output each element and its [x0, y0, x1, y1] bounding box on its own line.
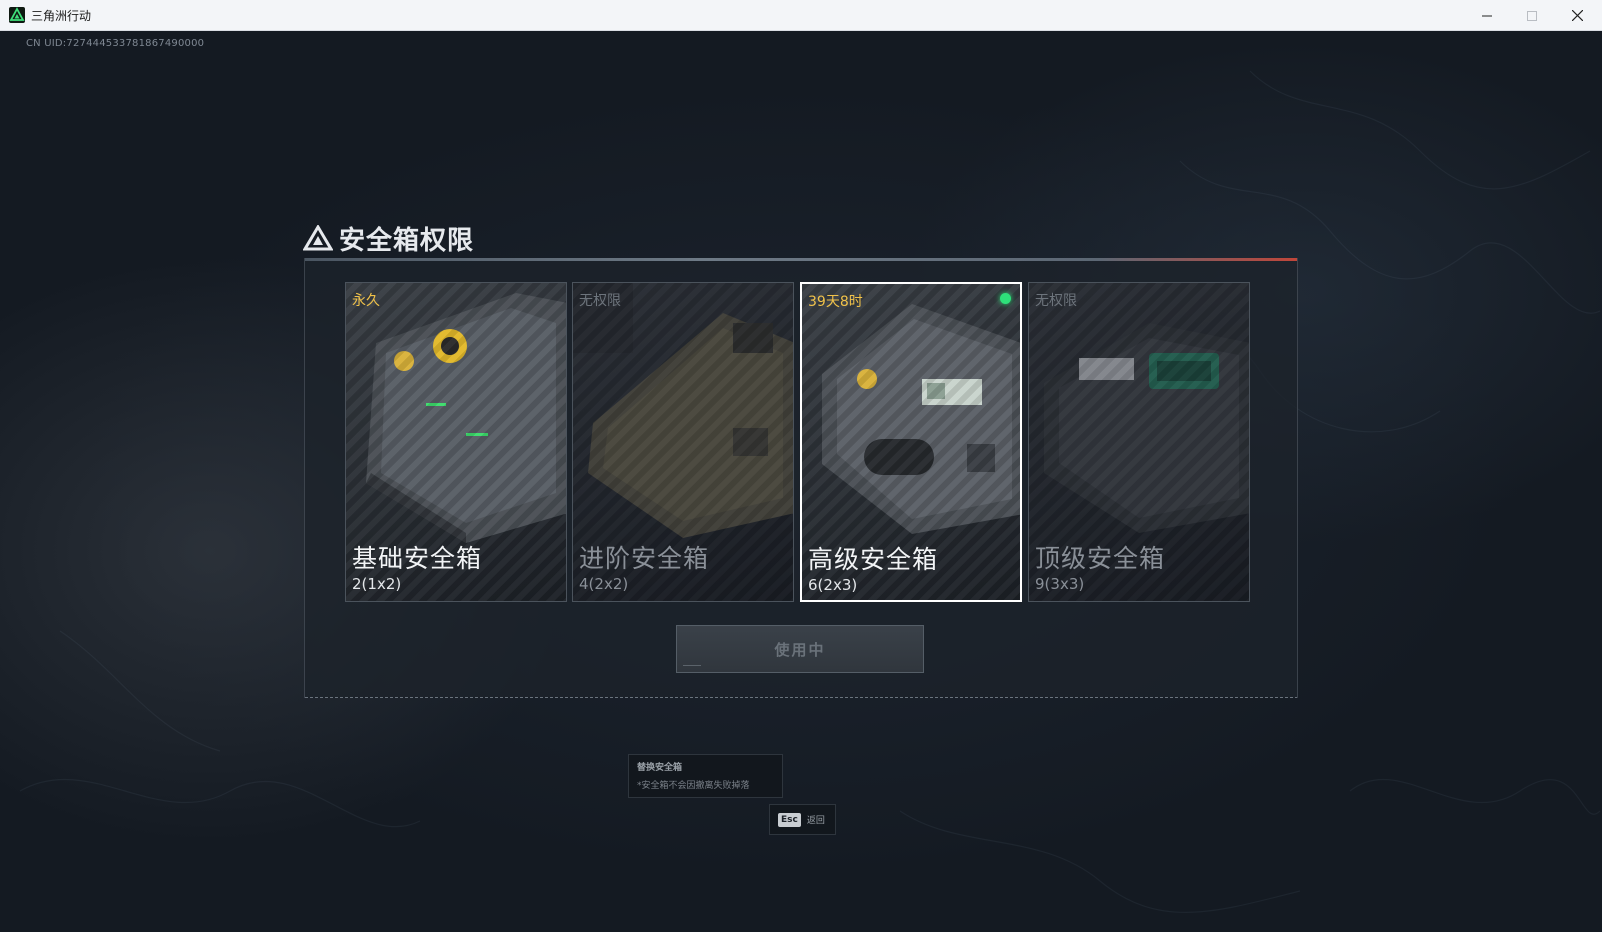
card-capacity: 2(1x2): [352, 575, 402, 593]
panel-header: 安全箱权限: [303, 219, 474, 257]
safe-box-card-premium[interactable]: 39天8时 高级安全箱 6(2x3): [800, 282, 1022, 602]
safe-box-card-advanced[interactable]: 无权限 进阶安全箱 4(2x2): [572, 282, 794, 602]
safe-box-card-list: 永久 基础安全箱 2(1x2) 无权限 进阶安全箱 4(2x2) 39天8时 高…: [345, 282, 1265, 602]
esc-back-button[interactable]: Esc 返回: [769, 804, 836, 835]
panel-title: 安全箱权限: [339, 225, 475, 256]
minimize-button[interactable]: [1464, 0, 1510, 31]
panel-top-divider: [305, 258, 1297, 261]
active-status-dot: [1000, 293, 1011, 304]
maximize-button[interactable]: [1509, 0, 1555, 31]
safe-box-card-top[interactable]: 无权限 顶级安全箱 9(3x3): [1028, 282, 1250, 602]
in-use-button[interactable]: 使用中: [676, 625, 924, 673]
esc-back-label: 返回: [806, 816, 825, 826]
panel-bottom-divider: [305, 697, 1297, 698]
card-duration-tag: 永久: [352, 293, 380, 309]
game-viewport: CN UID:727444533781867490000 安全箱权限 永久 基础…: [0, 31, 1602, 932]
card-duration-tag: 39天8时: [808, 294, 863, 310]
info-heading: 替换安全箱: [637, 763, 683, 773]
player-uid: CN UID:727444533781867490000: [26, 38, 205, 49]
safe-box-card-basic[interactable]: 永久 基础安全箱 2(1x2): [345, 282, 567, 602]
minimize-icon: [1482, 15, 1492, 16]
card-name: 高级安全箱: [808, 545, 939, 574]
card-duration-tag: 无权限: [1035, 293, 1077, 309]
card-name: 进阶安全箱: [579, 544, 710, 573]
safe-box-panel: 永久 基础安全箱 2(1x2) 无权限 进阶安全箱 4(2x2) 39天8时 高…: [304, 258, 1298, 698]
card-name: 基础安全箱: [352, 544, 483, 573]
in-use-button-label: 使用中: [774, 640, 826, 659]
maximize-icon: [1527, 10, 1537, 21]
window-titlebar: 三角洲行动: [0, 0, 1602, 31]
close-button[interactable]: [1554, 0, 1600, 31]
replace-safe-box-info: 替换安全箱 *安全箱不会因撤离失败掉落: [628, 754, 783, 798]
close-icon: [1571, 10, 1583, 21]
window-title: 三角洲行动: [31, 9, 92, 23]
card-name: 顶级安全箱: [1035, 544, 1166, 573]
delta-logo-icon: [303, 225, 333, 251]
info-description: *安全箱不会因撤离失败掉落: [637, 781, 750, 791]
card-duration-tag: 无权限: [579, 293, 621, 309]
card-capacity: 9(3x3): [1035, 575, 1085, 593]
card-capacity: 4(2x2): [579, 575, 629, 593]
button-corner-mark: [683, 665, 701, 666]
app-logo-icon: [9, 7, 25, 23]
card-capacity: 6(2x3): [808, 576, 858, 594]
esc-key-icon: Esc: [778, 812, 801, 827]
